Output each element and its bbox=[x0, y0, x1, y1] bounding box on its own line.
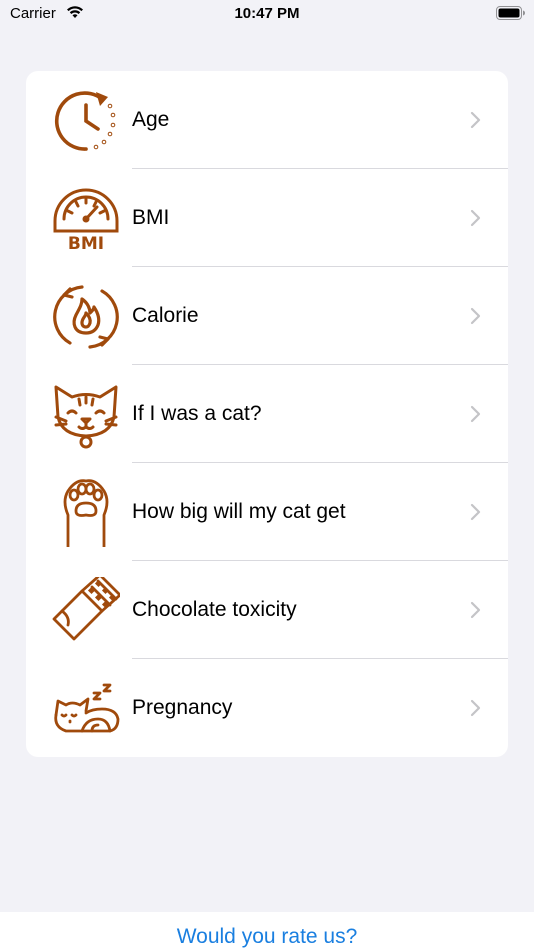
chocolate-bar-icon bbox=[52, 577, 120, 641]
bottom-bar: Would you rate us? bbox=[0, 912, 534, 950]
menu-item-label: Age bbox=[132, 108, 170, 131]
calculator-menu-list: Age BMI BMI Calorie If I was a cat? How … bbox=[26, 71, 508, 757]
menu-item-label: Chocolate toxicity bbox=[132, 598, 297, 621]
menu-item-label: BMI bbox=[132, 206, 170, 229]
chevron-right-icon bbox=[470, 307, 481, 325]
cat-face-icon bbox=[54, 385, 118, 449]
clock-icon bbox=[54, 91, 116, 151]
menu-item-label: Calorie bbox=[132, 304, 199, 327]
chevron-right-icon bbox=[470, 111, 481, 129]
menu-item-chocolate-toxicity[interactable]: Chocolate toxicity bbox=[26, 561, 508, 659]
menu-item-calorie[interactable]: Calorie bbox=[26, 267, 508, 365]
menu-item-if-i-was-a-cat[interactable]: If I was a cat? bbox=[26, 365, 508, 463]
chevron-right-icon bbox=[470, 405, 481, 423]
menu-item-pregnancy[interactable]: Pregnancy bbox=[26, 659, 508, 757]
svg-text:BMI: BMI bbox=[68, 234, 104, 253]
cat-paw-icon bbox=[63, 479, 109, 547]
chevron-right-icon bbox=[470, 601, 481, 619]
status-bar: Carrier 10:47 PM bbox=[0, 0, 534, 28]
menu-item-label: How big will my cat get bbox=[132, 500, 346, 523]
rate-us-link[interactable]: Would you rate us? bbox=[0, 925, 534, 949]
menu-item-label: If I was a cat? bbox=[132, 402, 262, 425]
calorie-flame-icon bbox=[53, 285, 119, 349]
status-time: 10:47 PM bbox=[234, 5, 300, 22]
menu-item-how-big-will-my-cat-get[interactable]: How big will my cat get bbox=[26, 463, 508, 561]
menu-item-age[interactable]: Age bbox=[26, 71, 508, 169]
chevron-right-icon bbox=[470, 503, 481, 521]
menu-item-label: Pregnancy bbox=[132, 696, 233, 719]
battery-icon bbox=[496, 6, 525, 20]
bmi-gauge-icon: BMI bbox=[53, 188, 119, 253]
menu-item-bmi[interactable]: BMI BMI bbox=[26, 169, 508, 267]
chevron-right-icon bbox=[470, 209, 481, 227]
chevron-right-icon bbox=[470, 699, 481, 717]
sleeping-cat-icon bbox=[54, 683, 120, 733]
